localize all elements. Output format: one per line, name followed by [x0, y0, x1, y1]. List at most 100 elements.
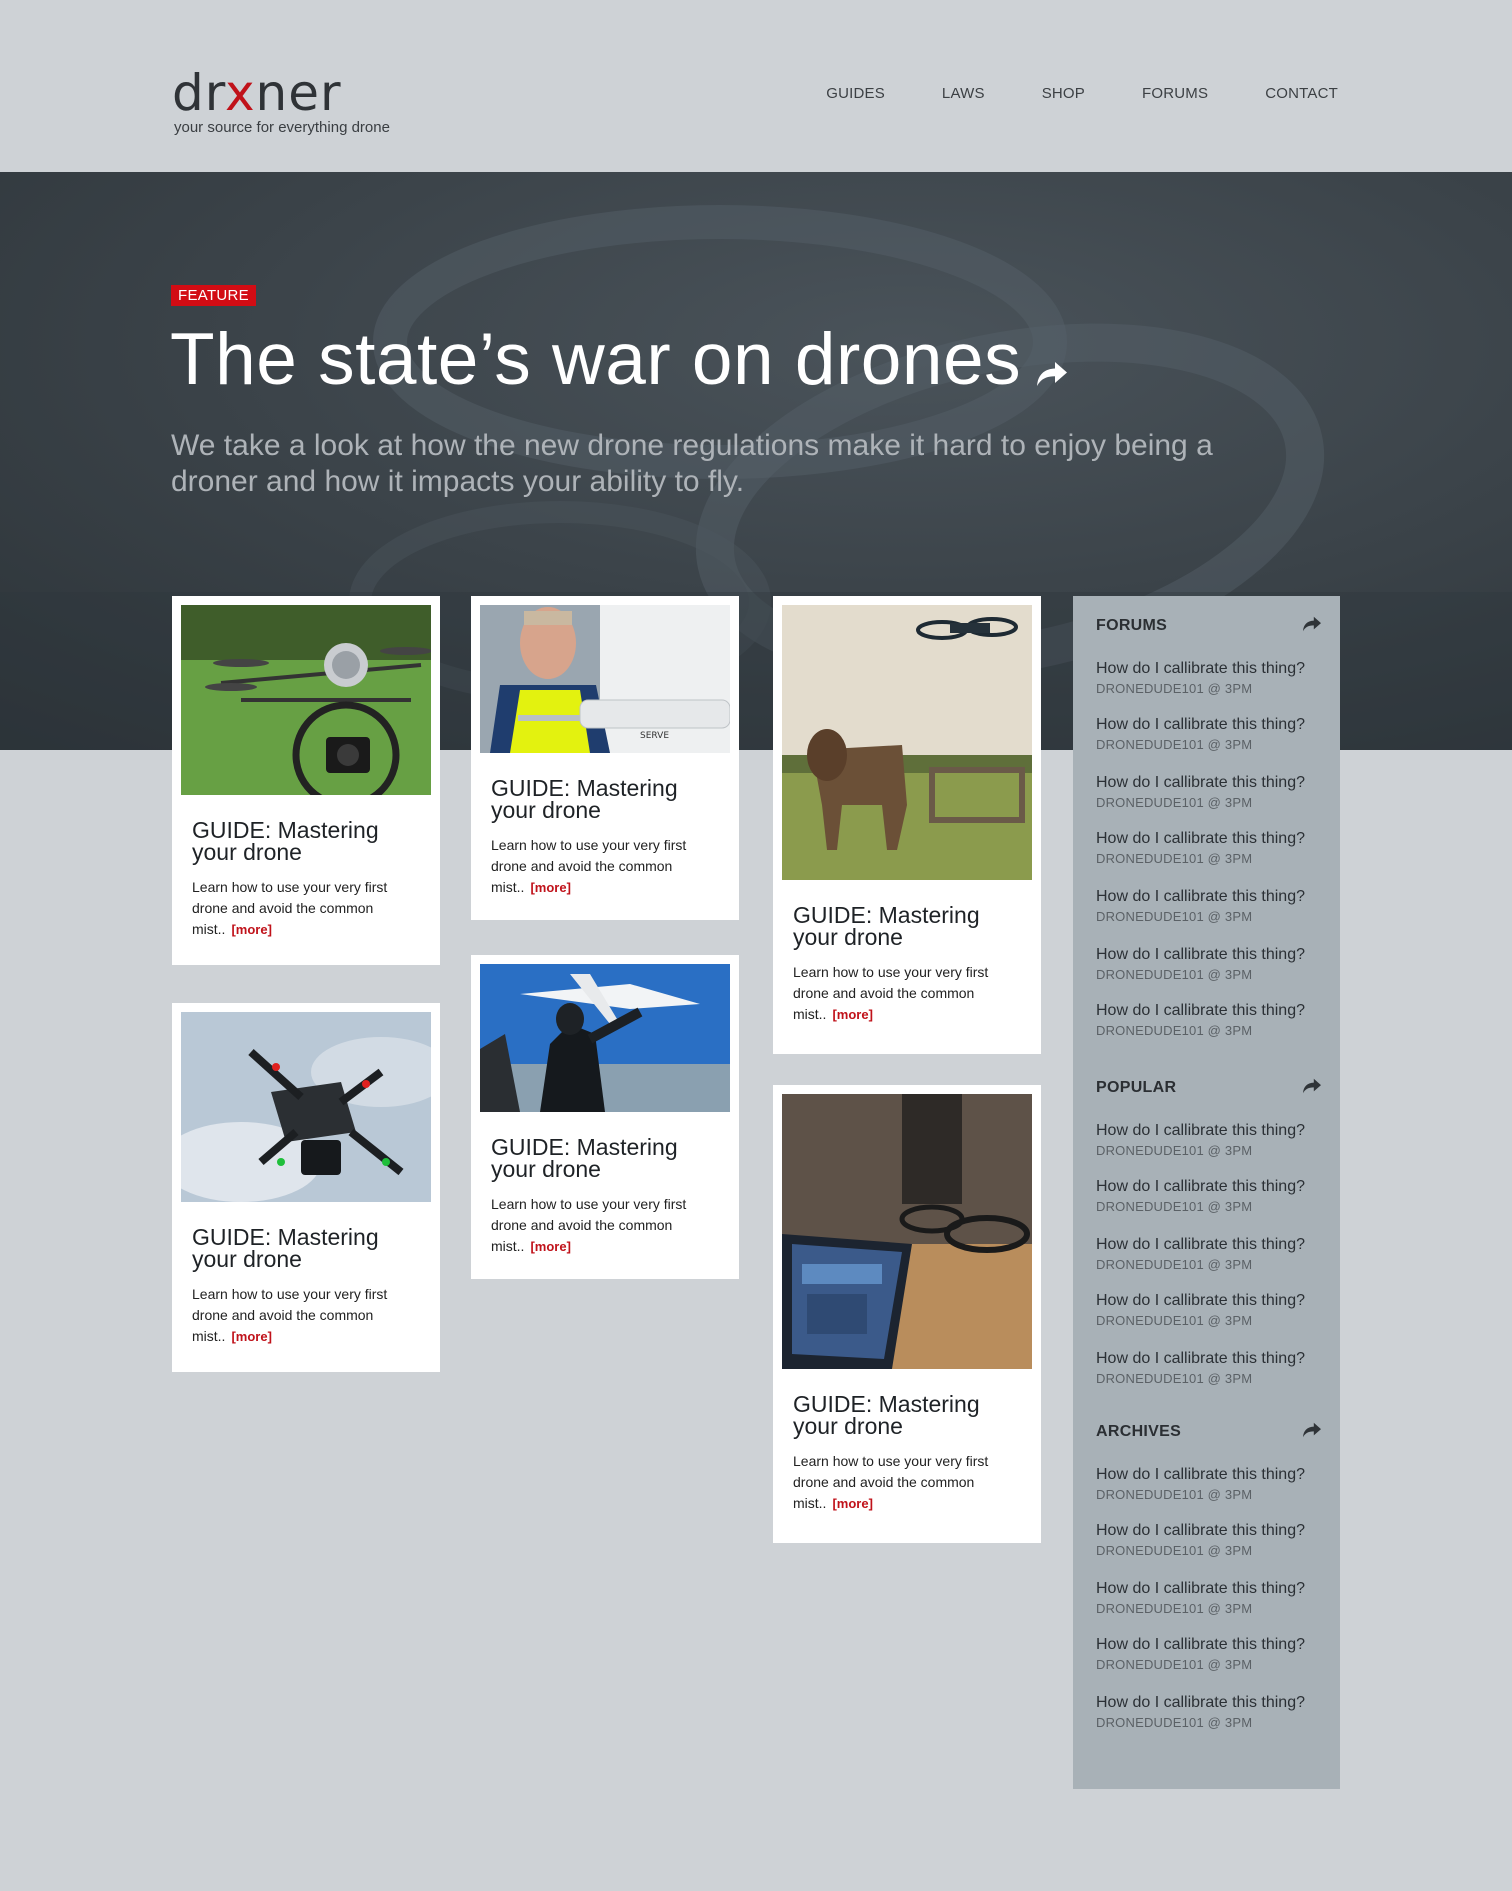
post-title[interactable]: How do I callibrate this thing?: [1096, 716, 1305, 734]
post-title[interactable]: How do I callibrate this thing?: [1096, 774, 1305, 792]
site-logo[interactable]: drxner: [172, 68, 342, 118]
forum-post[interactable]: How do I callibrate this thing? DRONEDUDE…: [1096, 888, 1305, 924]
popular-post[interactable]: How do I callibrate this thing? DRONEDUDE…: [1096, 1292, 1305, 1328]
hero-subtitle: We take a look at how the new drone regu…: [171, 429, 1213, 498]
nav-shop[interactable]: SHOP: [1042, 85, 1085, 102]
cow-and-drone-image[interactable]: [782, 605, 1032, 880]
post-title[interactable]: How do I callibrate this thing?: [1096, 1122, 1305, 1140]
popular-post[interactable]: How do I callibrate this thing? DRONEDUDE…: [1096, 1178, 1305, 1214]
forum-post[interactable]: How do I callibrate this thing? DRONEDUDE…: [1096, 716, 1305, 752]
forum-post[interactable]: How do I callibrate this thing? DRONEDUDE…: [1096, 660, 1305, 696]
nav-laws[interactable]: LAWS: [942, 85, 985, 102]
card-title[interactable]: GUIDE: Mastering your drone: [491, 777, 711, 822]
post-title[interactable]: How do I callibrate this thing?: [1096, 1580, 1305, 1598]
archive-post[interactable]: How do I callibrate this thing? DRONEDUDE…: [1096, 1636, 1305, 1672]
post-meta: DRONEDUDE101 @ 3PM: [1096, 737, 1253, 752]
archive-post[interactable]: How do I callibrate this thing? DRONEDUDE…: [1096, 1694, 1305, 1730]
post-meta: DRONEDUDE101 @ 3PM: [1096, 851, 1253, 866]
post-meta: DRONEDUDE101 @ 3PM: [1096, 1313, 1253, 1328]
feature-badge: FEATURE: [171, 285, 256, 306]
card-title[interactable]: GUIDE: Mastering your drone: [793, 904, 1013, 949]
card-excerpt: Learn how to use your very first drone a…: [192, 877, 402, 940]
post-meta: DRONEDUDE101 @ 3PM: [1096, 1715, 1253, 1730]
fixed-wing-launch-image[interactable]: [480, 964, 730, 1112]
archive-post[interactable]: How do I callibrate this thing? DRONEDUDE…: [1096, 1580, 1305, 1616]
share-arrow-icon[interactable]: [1301, 615, 1323, 638]
card-excerpt-text: Learn how to use your very first drone a…: [491, 837, 687, 895]
card-excerpt: Learn how to use your very first drone a…: [192, 1284, 402, 1347]
forum-post[interactable]: How do I callibrate this thing? DRONEDUDE…: [1096, 1002, 1305, 1038]
logo-text-x: x: [224, 64, 256, 122]
read-more-link[interactable]: [more]: [832, 1007, 872, 1022]
card-title[interactable]: GUIDE: Mastering your drone: [192, 819, 412, 864]
card-excerpt-text: Learn how to use your very first drone a…: [491, 1196, 687, 1254]
post-title[interactable]: How do I callibrate this thing?: [1096, 1636, 1305, 1654]
article-card[interactable]: GUIDE: Mastering your drone Learn how to…: [773, 1085, 1041, 1543]
man-with-drone-image[interactable]: SERVE: [480, 605, 730, 753]
card-excerpt-text: Learn how to use your very first drone a…: [192, 1286, 388, 1344]
article-card[interactable]: SERVE GUIDE: Mastering your drone Learn …: [471, 596, 739, 920]
site-header: drxner your source for everything drone …: [0, 0, 1512, 172]
post-title[interactable]: How do I callibrate this thing?: [1096, 1292, 1305, 1310]
nav-contact[interactable]: CONTACT: [1265, 85, 1338, 102]
post-title[interactable]: How do I callibrate this thing?: [1096, 1236, 1305, 1254]
card-title[interactable]: GUIDE: Mastering your drone: [793, 1393, 1013, 1438]
card-excerpt-text: Learn how to use your very first drone a…: [192, 879, 388, 937]
popular-post[interactable]: How do I callibrate this thing? DRONEDUDE…: [1096, 1350, 1305, 1386]
article-card[interactable]: GUIDE: Mastering your drone Learn how to…: [172, 1003, 440, 1372]
read-more-link[interactable]: [more]: [231, 922, 271, 937]
forum-post[interactable]: How do I callibrate this thing? DRONEDUDE…: [1096, 774, 1305, 810]
post-meta: DRONEDUDE101 @ 3PM: [1096, 1657, 1253, 1672]
main-nav: GUIDES LAWS SHOP FORUMS CONTACT: [769, 85, 1338, 102]
post-meta: DRONEDUDE101 @ 3PM: [1096, 1543, 1253, 1558]
read-more-link[interactable]: [more]: [530, 1239, 570, 1254]
archives-section: ARCHIVES How do I callibrate this thing?…: [1096, 1421, 1323, 1730]
section-title: FORUMS: [1096, 617, 1168, 634]
post-meta: DRONEDUDE101 @ 3PM: [1096, 1199, 1253, 1214]
popular-post[interactable]: How do I callibrate this thing? DRONEDUDE…: [1096, 1236, 1305, 1272]
post-title[interactable]: How do I callibrate this thing?: [1096, 1178, 1305, 1196]
post-meta: DRONEDUDE101 @ 3PM: [1096, 1601, 1253, 1616]
forums-section: FORUMS How do I callibrate this thing? DR…: [1096, 615, 1323, 1038]
card-title[interactable]: GUIDE: Mastering your drone: [491, 1136, 711, 1181]
card-title[interactable]: GUIDE: Mastering your drone: [192, 1226, 412, 1271]
card-excerpt: Learn how to use your very first drone a…: [793, 962, 1003, 1025]
article-card[interactable]: GUIDE: Mastering your drone Learn how to…: [773, 596, 1041, 1054]
logo-text-start: dr: [172, 64, 225, 122]
archive-post[interactable]: How do I callibrate this thing? DRONEDUDE…: [1096, 1522, 1305, 1558]
post-title[interactable]: How do I callibrate this thing?: [1096, 1466, 1305, 1484]
octocopter-camera-image[interactable]: [181, 605, 431, 795]
post-title[interactable]: How do I callibrate this thing?: [1096, 888, 1305, 906]
quadcopter-in-clouds-image[interactable]: [181, 1012, 431, 1202]
popular-post[interactable]: How do I callibrate this thing? DRONEDUDE…: [1096, 1122, 1305, 1158]
read-more-link[interactable]: [more]: [530, 880, 570, 895]
article-card[interactable]: GUIDE: Mastering your drone Learn how to…: [172, 596, 440, 965]
archive-post[interactable]: How do I callibrate this thing? DRONEDUDE…: [1096, 1466, 1305, 1502]
share-arrow-icon[interactable]: [1301, 1077, 1323, 1100]
article-card[interactable]: GUIDE: Mastering your drone Learn how to…: [471, 955, 739, 1279]
svg-text:SERVE: SERVE: [640, 731, 669, 741]
nav-forums[interactable]: FORUMS: [1142, 85, 1208, 102]
post-meta: DRONEDUDE101 @ 3PM: [1096, 1371, 1253, 1386]
share-arrow-icon[interactable]: [1301, 1421, 1323, 1444]
post-meta: DRONEDUDE101 @ 3PM: [1096, 1487, 1253, 1502]
post-title[interactable]: How do I callibrate this thing?: [1096, 1522, 1305, 1540]
post-title[interactable]: How do I callibrate this thing?: [1096, 660, 1305, 678]
post-title[interactable]: How do I callibrate this thing?: [1096, 1350, 1305, 1368]
forum-post[interactable]: How do I callibrate this thing? DRONEDUDE…: [1096, 946, 1305, 982]
post-meta: DRONEDUDE101 @ 3PM: [1096, 1023, 1253, 1038]
post-title[interactable]: How do I callibrate this thing?: [1096, 946, 1305, 964]
forum-post[interactable]: How do I callibrate this thing? DRONEDUDE…: [1096, 830, 1305, 866]
tablet-control-image[interactable]: [782, 1094, 1032, 1369]
post-title[interactable]: How do I callibrate this thing?: [1096, 1002, 1305, 1020]
share-arrow-icon[interactable]: [1033, 323, 1071, 406]
post-meta: DRONEDUDE101 @ 3PM: [1096, 967, 1253, 982]
read-more-link[interactable]: [more]: [832, 1496, 872, 1511]
post-title[interactable]: How do I callibrate this thing?: [1096, 830, 1305, 848]
card-excerpt-text: Learn how to use your very first drone a…: [793, 1453, 989, 1511]
post-meta: DRONEDUDE101 @ 3PM: [1096, 909, 1253, 924]
hero-title[interactable]: The state’s war on drones: [170, 318, 1071, 406]
read-more-link[interactable]: [more]: [231, 1329, 271, 1344]
post-title[interactable]: How do I callibrate this thing?: [1096, 1694, 1305, 1712]
nav-guides[interactable]: GUIDES: [826, 85, 885, 102]
